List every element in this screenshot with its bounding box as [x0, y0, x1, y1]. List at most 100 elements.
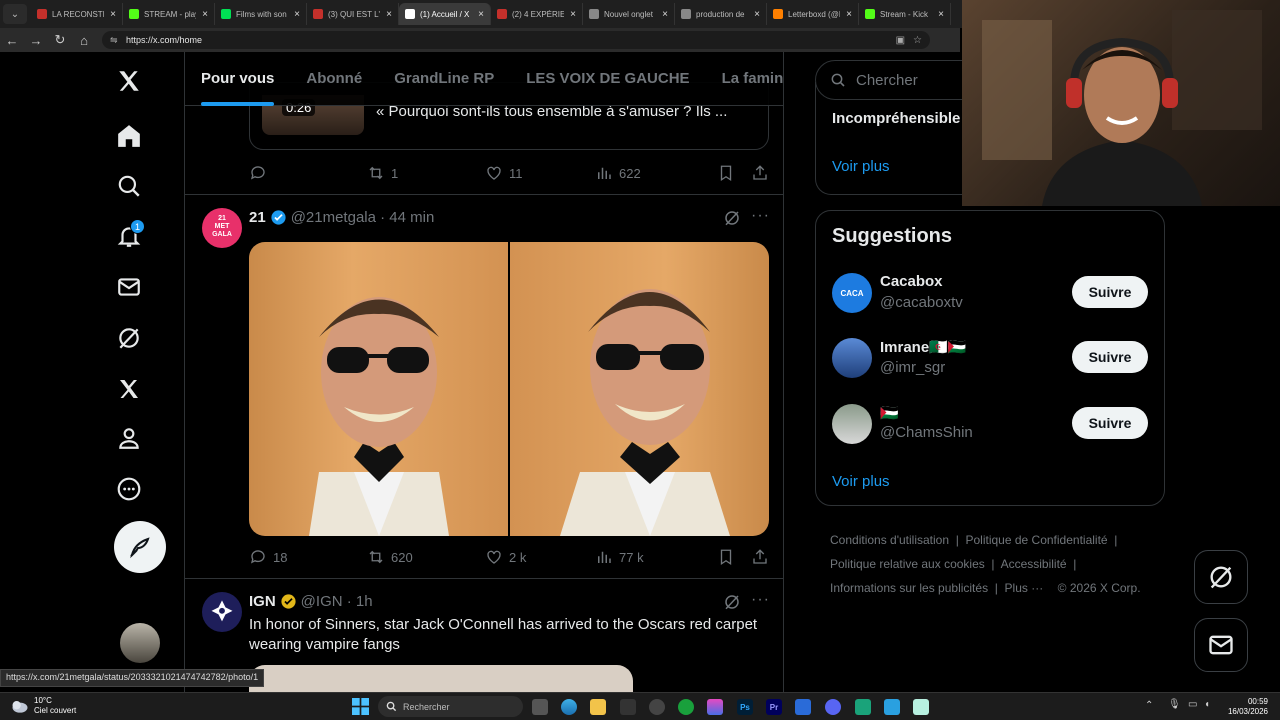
explore-search-icon[interactable]: [114, 171, 144, 201]
photoshop-icon[interactable]: Ps: [737, 699, 753, 715]
favorite-star-icon[interactable]: ☆: [913, 35, 922, 46]
trend-item[interactable]: Incompréhensible: [832, 110, 960, 127]
author-handle-time[interactable]: @21metgala · 44 min: [291, 209, 435, 226]
browser-tab[interactable]: Nouvel onglet ×: [583, 3, 675, 25]
windows-start-icon[interactable]: [352, 698, 369, 720]
trends-voir-plus[interactable]: Voir plus: [832, 158, 890, 175]
share-button[interactable]: [751, 548, 769, 566]
messages-floating-button[interactable]: [1194, 618, 1248, 672]
bookmark-button[interactable]: [717, 164, 735, 182]
reader-icon[interactable]: ▣: [896, 35, 905, 46]
mic-icon[interactable]: 🎙: [1168, 699, 1181, 710]
browser-tab[interactable]: Films with son ×: [215, 3, 307, 25]
photos-icon[interactable]: [707, 699, 723, 715]
suggestion-avatar-imrane[interactable]: [832, 338, 872, 378]
suggestion-avatar-chamsshin[interactable]: [832, 404, 872, 444]
taskbar-search-input[interactable]: Rechercher: [378, 696, 523, 717]
tray-chevron-icon[interactable]: ⌃: [1145, 700, 1153, 711]
footer-more-link[interactable]: Plus ···: [1005, 581, 1044, 595]
back-icon[interactable]: ←: [0, 33, 24, 48]
suggestion-name[interactable]: 🇵🇸: [880, 404, 899, 422]
more-options-icon[interactable]: [114, 474, 144, 504]
app-icon-light[interactable]: [913, 699, 929, 715]
url-field[interactable]: ⇋ https://x.com/home ▣ ☆: [102, 31, 930, 49]
suggestion-handle[interactable]: @imr_sgr: [880, 359, 945, 376]
grok-floating-button[interactable]: [1194, 550, 1248, 604]
file-explorer-icon[interactable]: [590, 699, 606, 715]
tab-close-icon[interactable]: ×: [478, 9, 484, 20]
follow-button[interactable]: Suivre: [1072, 407, 1148, 439]
weather-icon[interactable]: [10, 697, 30, 715]
tweet-ign[interactable]: IGN @IGN · 1h ··· In honor of Sinners, s…: [185, 579, 783, 692]
suggestion-avatar-cacabox[interactable]: CACA: [832, 273, 872, 313]
grok-explain-icon[interactable]: [723, 593, 741, 616]
messages-envelope-icon[interactable]: [114, 272, 144, 302]
grok-explain-icon[interactable]: [723, 209, 741, 232]
tab-close-icon[interactable]: ×: [662, 9, 668, 20]
tweet-more-icon[interactable]: ···: [751, 207, 770, 225]
suggestion-handle[interactable]: @cacaboxtv: [880, 294, 963, 311]
suggestion-name[interactable]: Imrane🇩🇿🇵🇸: [880, 338, 967, 356]
author-handle-time[interactable]: @IGN · 1h: [301, 593, 373, 610]
tab-abonne[interactable]: Abonné: [306, 70, 362, 87]
tab-close-icon[interactable]: ×: [110, 9, 116, 20]
compose-post-button[interactable]: [114, 521, 166, 573]
steam-icon[interactable]: [649, 699, 665, 715]
site-info-icon[interactable]: ⇋: [110, 35, 120, 46]
browser-tab[interactable]: Stream - Kick ×: [859, 3, 951, 25]
volume-icon[interactable]: ◖: [1204, 699, 1210, 710]
footer-terms-link[interactable]: Conditions d'utilisation: [830, 533, 949, 547]
reload-icon[interactable]: ↻: [48, 32, 72, 48]
author-avatar[interactable]: [202, 592, 242, 632]
browser-tab[interactable]: LA RECONSTIT ×: [31, 3, 123, 25]
browser-tab[interactable]: (3) QUI EST L'I ×: [307, 3, 399, 25]
app-icon-blue[interactable]: [884, 699, 900, 715]
grok-icon[interactable]: [114, 323, 144, 353]
footer-privacy-link[interactable]: Politique de Confidentialité: [965, 533, 1107, 547]
task-view-icon[interactable]: [532, 699, 548, 715]
browser-tab[interactable]: production de ×: [675, 3, 767, 25]
premium-x-icon[interactable]: [114, 374, 144, 404]
suggestions-voir-plus[interactable]: Voir plus: [832, 473, 890, 490]
store-icon[interactable]: [795, 699, 811, 715]
reply-button[interactable]: [249, 164, 367, 182]
home-icon[interactable]: ⌂: [72, 33, 96, 48]
like-button[interactable]: 11: [485, 164, 595, 182]
tweet-photo-1[interactable]: [249, 242, 508, 536]
tweet-photo-2[interactable]: [510, 242, 769, 536]
share-button[interactable]: [751, 164, 769, 182]
edge-browser-icon[interactable]: [561, 699, 577, 715]
author-name[interactable]: IGN: [249, 593, 276, 610]
follow-button[interactable]: Suivre: [1072, 276, 1148, 308]
footer-ads-info-link[interactable]: Informations sur les publicités: [830, 581, 988, 595]
footer-cookies-link[interactable]: Politique relative aux cookies: [830, 557, 985, 571]
tab-list-button[interactable]: ⌄: [3, 4, 27, 24]
account-avatar[interactable]: [120, 623, 160, 663]
browser-tab[interactable]: Letterboxd (@R ×: [767, 3, 859, 25]
tab-les-voix-de-gauche[interactable]: LES VOIX DE GAUCHE: [526, 70, 689, 87]
notifications-bell-icon[interactable]: 1: [114, 219, 145, 251]
xbox-icon[interactable]: [678, 699, 694, 715]
follow-button[interactable]: Suivre: [1072, 341, 1148, 373]
repost-button[interactable]: 620: [367, 548, 485, 566]
repost-button[interactable]: 1: [367, 164, 485, 182]
discord-icon[interactable]: [825, 699, 841, 715]
epic-games-icon[interactable]: [620, 699, 636, 715]
bookmark-button[interactable]: [717, 548, 735, 566]
premiere-icon[interactable]: Pr: [766, 699, 782, 715]
tab-pour-vous[interactable]: Pour vous: [201, 70, 275, 106]
app-icon-green[interactable]: [855, 699, 871, 715]
tab-close-icon[interactable]: ×: [202, 9, 208, 20]
suggestion-name[interactable]: Cacabox: [880, 273, 943, 290]
network-icon[interactable]: ▭: [1188, 699, 1197, 710]
like-button[interactable]: 2 k: [485, 548, 595, 566]
tab-grandline-rp[interactable]: GrandLine RP: [394, 70, 494, 87]
tab-close-icon[interactable]: ×: [294, 9, 300, 20]
suggestion-handle[interactable]: @ChamsShin: [880, 424, 973, 441]
tab-close-icon[interactable]: ×: [938, 9, 944, 20]
author-name[interactable]: 21: [249, 209, 266, 226]
tab-close-icon[interactable]: ×: [570, 9, 576, 20]
profile-person-icon[interactable]: [114, 423, 144, 453]
forward-icon[interactable]: →: [24, 33, 48, 48]
views-button[interactable]: 77 k: [595, 548, 715, 566]
